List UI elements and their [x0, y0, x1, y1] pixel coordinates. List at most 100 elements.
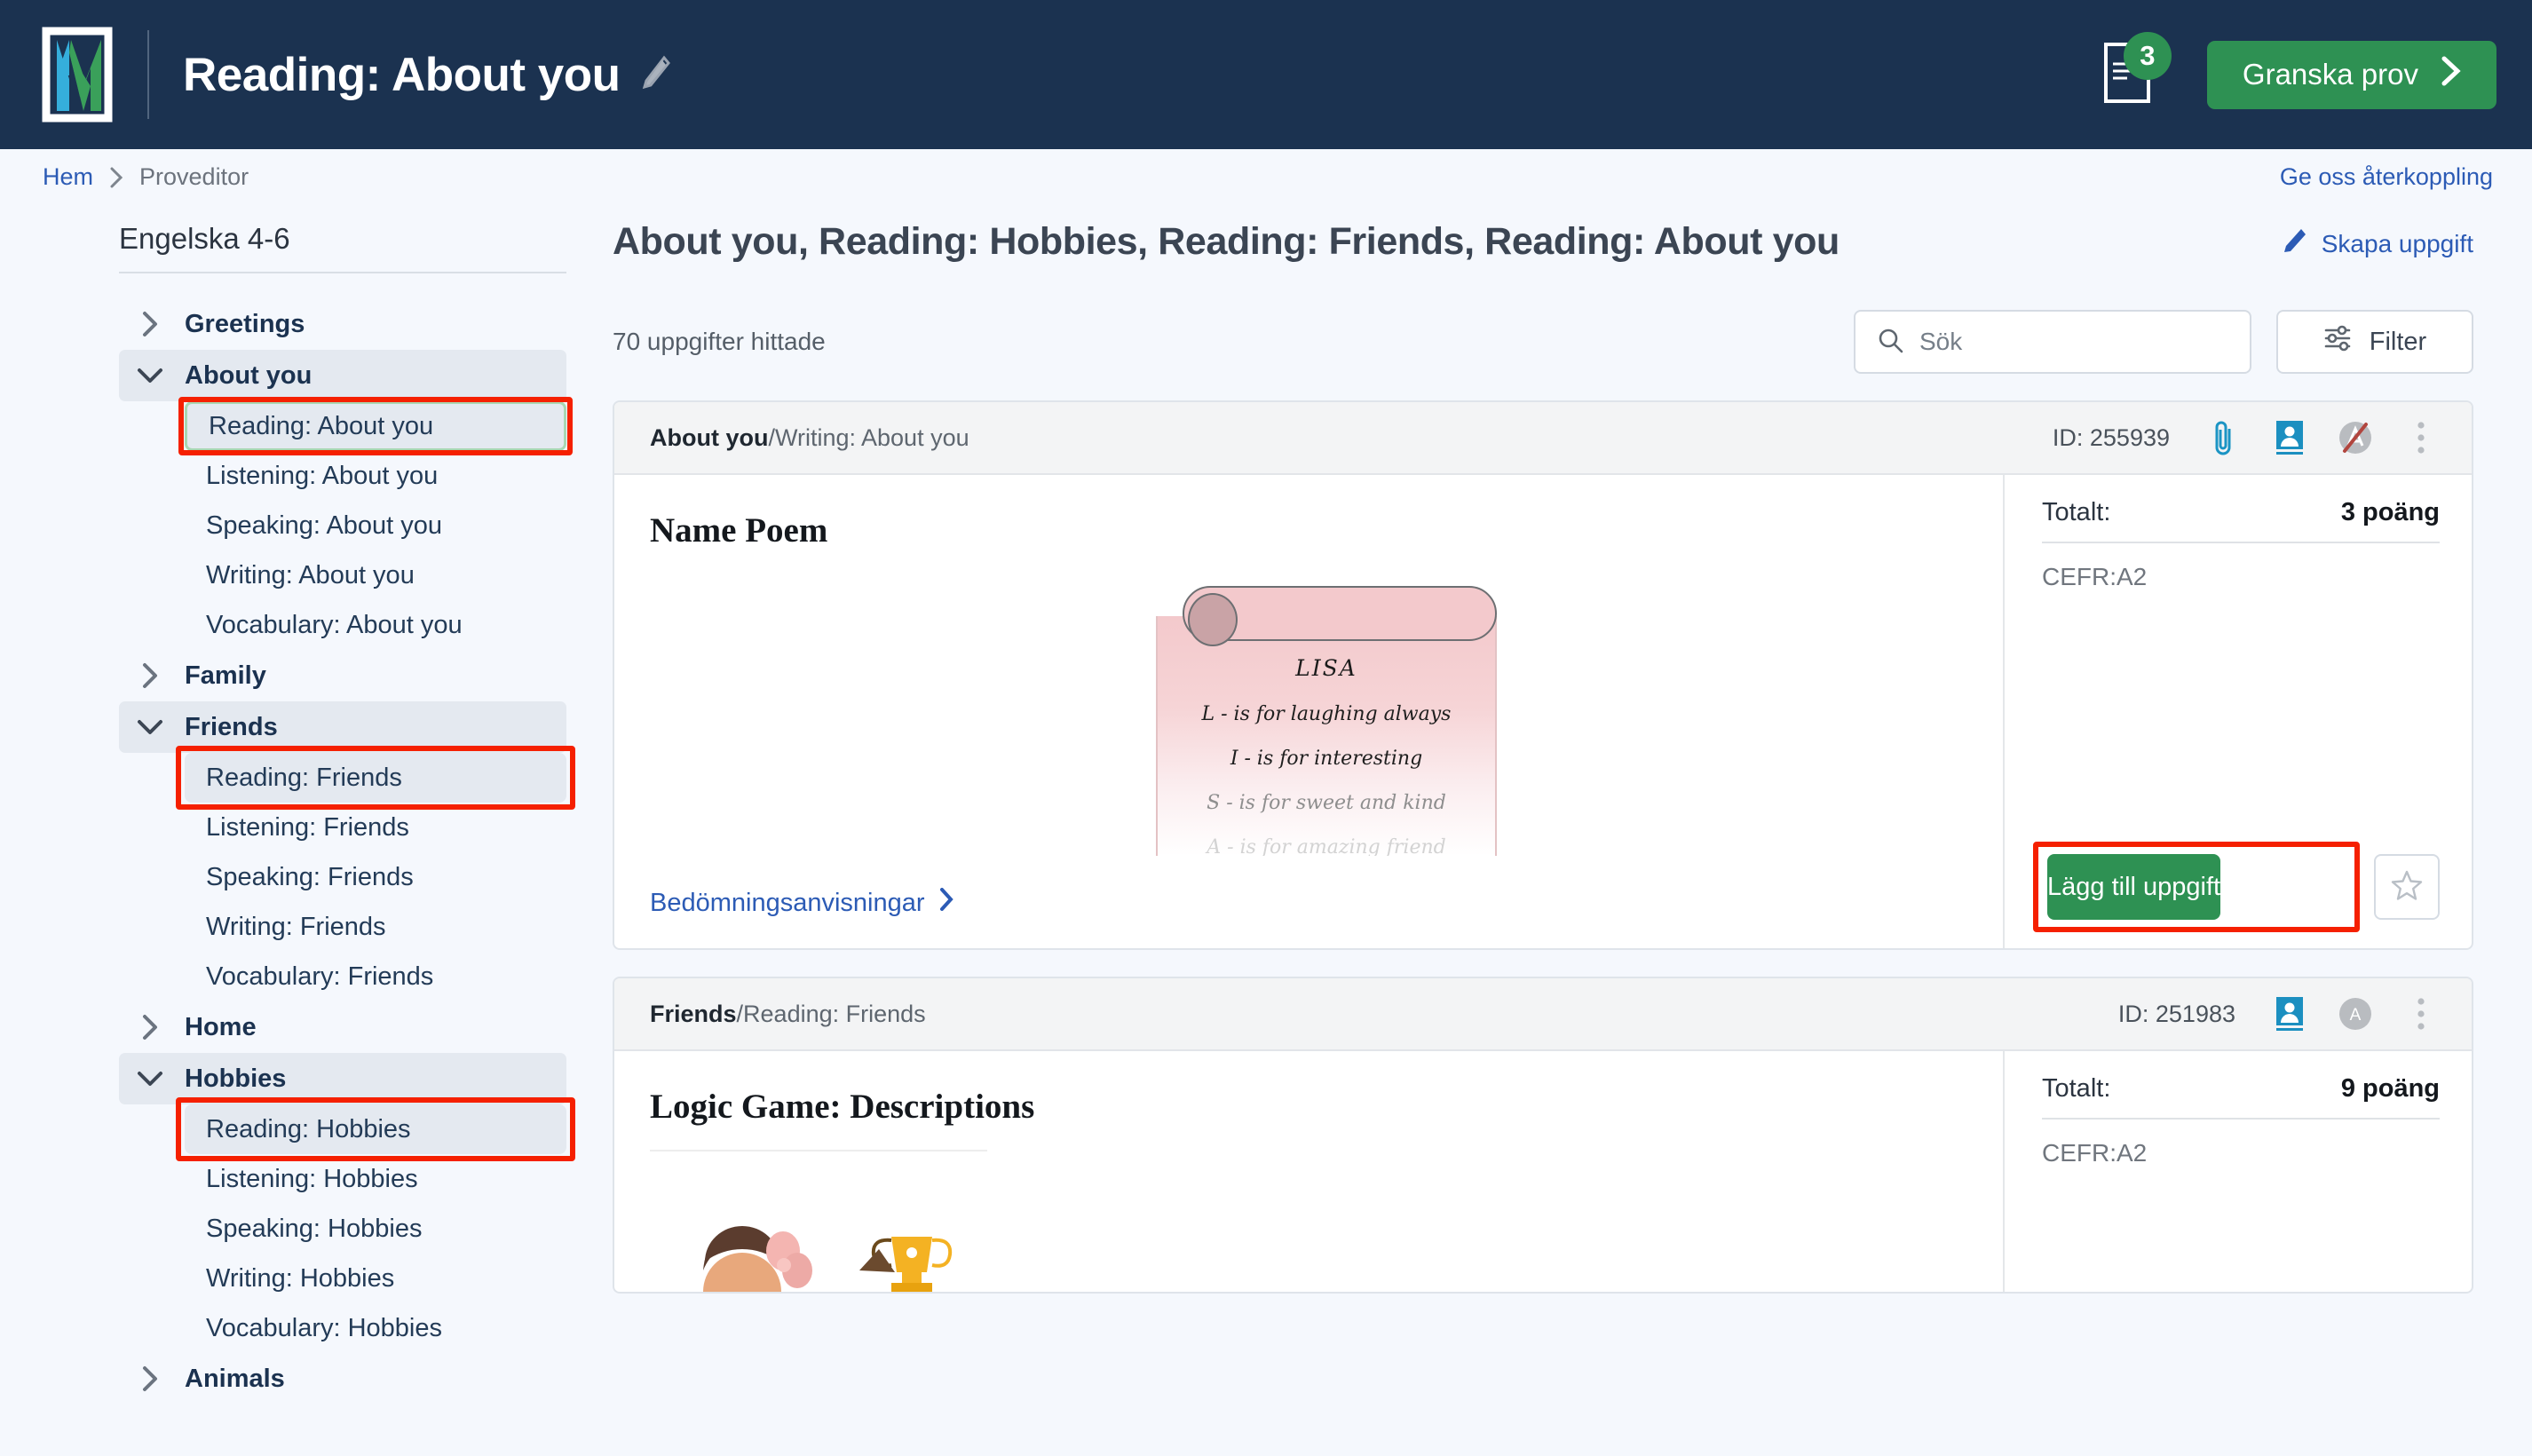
kebab-menu-icon[interactable]	[2401, 993, 2441, 1034]
sidebar-item-speaking-friends[interactable]: Speaking: Friends	[185, 852, 566, 902]
breadcrumb: Hem Proveditor Ge oss återkoppling	[0, 149, 2532, 204]
add-task-button[interactable]: Lägg till uppgift	[2047, 854, 2221, 920]
chevron-right-icon[interactable]	[135, 1012, 165, 1042]
svg-text:A: A	[2350, 1006, 2362, 1025]
cefr-level: CEFR:A2	[2042, 1139, 2148, 1167]
badge-count: 3	[2123, 32, 2172, 80]
paperclip-icon[interactable]	[2204, 417, 2244, 458]
logic-game-illustration	[650, 1185, 1067, 1292]
chevron-down-icon[interactable]	[135, 712, 165, 742]
sidebar-item-listening-about-you[interactable]: Listening: About you	[185, 451, 566, 501]
chevron-right-icon[interactable]	[135, 309, 165, 339]
sidebar-item-label: Writing: Friends	[206, 912, 386, 941]
sliders-icon	[2323, 325, 2352, 359]
assessment-instructions-link[interactable]: Bedömningsanvisningar	[650, 888, 2003, 948]
main-content: About you, Reading: Hobbies, Reading: Fr…	[613, 204, 2532, 1456]
sidebar-item-reading-friends[interactable]: Reading: Friends	[176, 746, 575, 810]
review-documents-indicator[interactable]: 3	[2101, 32, 2172, 108]
task-card-breadcrumb-topic: About you	[650, 423, 769, 451]
sidebar-item-label: Writing: Hobbies	[206, 1263, 395, 1293]
breadcrumb-separator-icon	[109, 163, 123, 191]
sidebar-item-writing-hobbies[interactable]: Writing: Hobbies	[185, 1254, 566, 1303]
assessment-instructions-label: Bedömningsanvisningar	[650, 888, 925, 917]
task-card-actions: Lägg till uppgift	[2033, 842, 2440, 932]
tree-group-animals[interactable]: Animals	[119, 1353, 566, 1405]
sidebar-item-writing-about-you[interactable]: Writing: About you	[185, 550, 566, 600]
portrait-icon[interactable]	[2269, 993, 2310, 1034]
sidebar-item-listening-friends[interactable]: Listening: Friends	[185, 803, 566, 852]
poem-line: L - is for laughing always	[1201, 703, 1452, 725]
sidebar-item-writing-friends[interactable]: Writing: Friends	[185, 902, 566, 952]
scroll-curl	[1188, 593, 1238, 646]
tree-group-greetings[interactable]: Greetings	[119, 298, 566, 350]
chevron-down-icon[interactable]	[135, 1064, 165, 1094]
no-audio-icon[interactable]	[2335, 417, 2376, 458]
filter-label: Filter	[2369, 327, 2427, 356]
kebab-menu-icon[interactable]	[2401, 417, 2441, 458]
chevron-right-icon	[939, 888, 953, 918]
tree-group-hobbies[interactable]: Hobbies	[119, 1053, 566, 1104]
feedback-link[interactable]: Ge oss återkoppling	[2280, 163, 2493, 191]
sidebar-item-label: Speaking: Hobbies	[206, 1214, 423, 1243]
task-card-breadcrumb-topic: Friends	[650, 1000, 737, 1027]
sidebar-item-label: Speaking: About you	[206, 510, 443, 540]
poem-line: I - is for interesting	[1230, 748, 1423, 770]
chevron-down-icon[interactable]	[135, 360, 165, 391]
scroll-roll	[1183, 586, 1497, 646]
chevron-right-icon[interactable]	[135, 661, 165, 691]
sidebar-item-label: Listening: About you	[206, 461, 439, 490]
results-count: 70 uppgifter hittade	[613, 328, 826, 355]
task-card-breadcrumb-rest: /Writing: About you	[768, 423, 969, 451]
task-id: ID: 255939	[2052, 423, 2170, 451]
sidebar-item-reading-about-you[interactable]: Reading: About you	[178, 397, 573, 455]
search-box[interactable]	[1854, 310, 2251, 374]
task-preview: Logic Game: Descriptions	[614, 1051, 2003, 1292]
top-app-bar: Reading: About you 3 Granska prov	[0, 0, 2532, 149]
topic-tree: Greetings About you Reading: About you List…	[119, 298, 575, 1405]
review-test-button[interactable]: Granska prov	[2206, 40, 2496, 109]
search-input[interactable]	[1919, 328, 2228, 356]
portrait-icon[interactable]	[2269, 417, 2310, 458]
tree-group-home[interactable]: Home	[119, 1001, 566, 1053]
sidebar-item-speaking-about-you[interactable]: Speaking: About you	[185, 501, 566, 550]
page-title: Reading: About you	[183, 48, 621, 101]
cefr-level: CEFR:A2	[2042, 563, 2148, 590]
task-title: Name Poem	[650, 511, 828, 550]
sidebar-item-vocabulary-friends[interactable]: Vocabulary: Friends	[185, 952, 566, 1001]
task-card: About you/Writing: About you ID: 255939	[613, 400, 2473, 950]
auto-scored-icon[interactable]: A	[2335, 993, 2376, 1034]
sidebar: Engelska 4-6 Greetings About you Reading: …	[0, 204, 613, 1456]
sidebar-item-label: Reading: Hobbies	[206, 1114, 411, 1143]
poem-name: LISA	[1295, 655, 1357, 681]
tree-group-family[interactable]: Family	[119, 650, 566, 701]
tree-group-about-you[interactable]: About you	[119, 350, 566, 401]
sidebar-item-label: Writing: About you	[206, 560, 415, 590]
sidebar-item-label: Vocabulary: Friends	[206, 961, 434, 991]
sidebar-item-reading-hobbies[interactable]: Reading: Hobbies	[176, 1097, 575, 1161]
task-title: Logic Game: Descriptions	[650, 1088, 1035, 1126]
sidebar-item-label: Vocabulary: About you	[206, 610, 463, 639]
sidebar-item-listening-hobbies[interactable]: Listening: Hobbies	[185, 1154, 566, 1204]
tree-group-label: About you	[185, 360, 313, 390]
create-task-button[interactable]: Skapa uppgift	[2283, 220, 2473, 260]
tree-group-friends[interactable]: Friends	[119, 701, 566, 753]
tree-group-label: Family	[185, 661, 266, 690]
chevron-right-icon[interactable]	[135, 1364, 165, 1394]
topbar-actions: 3 Granska prov	[2101, 32, 2496, 109]
task-card-header: Friends/Reading: Friends ID: 251983 A	[614, 978, 2472, 1051]
sidebar-item-vocabulary-hobbies[interactable]: Vocabulary: Hobbies	[185, 1303, 566, 1353]
task-card: Friends/Reading: Friends ID: 251983 A Lo…	[613, 977, 2473, 1294]
sidebar-item-vocabulary-about-you[interactable]: Vocabulary: About you	[185, 600, 566, 650]
tree-group-label: Greetings	[185, 309, 305, 338]
title-divider	[650, 1150, 987, 1151]
pencil-icon[interactable]	[639, 55, 671, 95]
sidebar-item-label: Vocabulary: Hobbies	[206, 1313, 442, 1342]
app-logo[interactable]	[39, 26, 115, 123]
poem-line: S - is for sweet and kind	[1207, 792, 1446, 814]
filter-button[interactable]: Filter	[2276, 310, 2473, 374]
favorite-star-button[interactable]	[2374, 854, 2440, 920]
sidebar-item-speaking-hobbies[interactable]: Speaking: Hobbies	[185, 1204, 566, 1254]
create-task-label: Skapa uppgift	[2321, 229, 2473, 257]
breadcrumb-home[interactable]: Hem	[43, 163, 93, 191]
sidebar-item-label: Listening: Friends	[206, 812, 409, 842]
